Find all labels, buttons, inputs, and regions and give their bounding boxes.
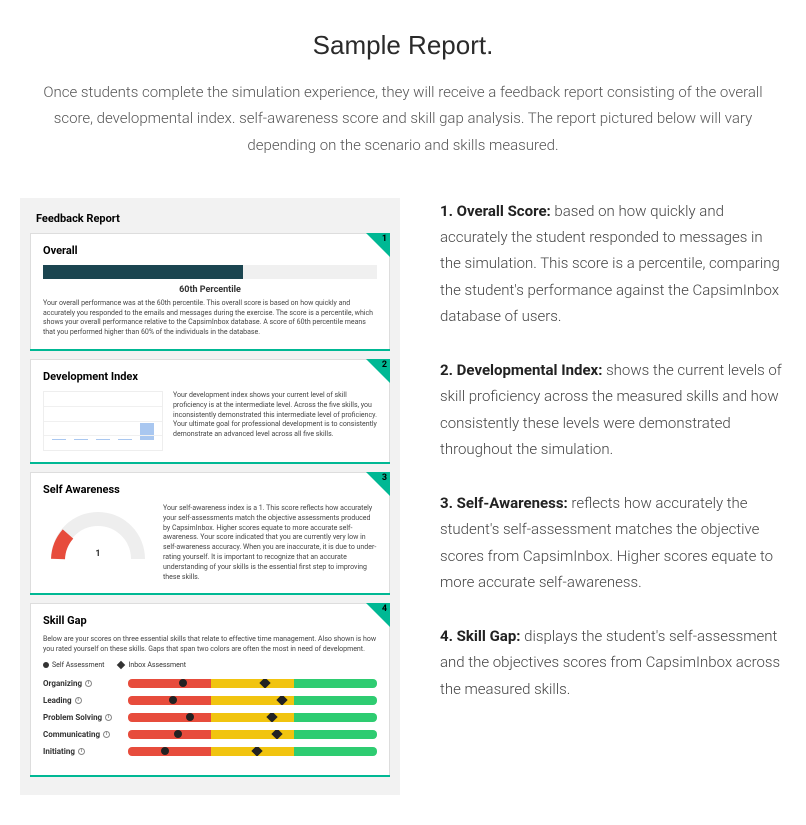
- card-number: 1: [382, 234, 387, 244]
- self-marker: [179, 679, 187, 687]
- report-header: Feedback Report: [30, 208, 390, 233]
- card-corner: 3: [366, 472, 390, 496]
- dev-bar: [52, 439, 66, 440]
- overall-desc: Your overall performance was at the 60th…: [43, 299, 377, 338]
- card-corner: 2: [366, 359, 390, 383]
- explanation-item: 3. Self-Awareness: reflects how accurate…: [440, 490, 786, 595]
- explanation-item: 1. Overall Score: based on how quickly a…: [440, 198, 786, 329]
- sg-desc: Below are your scores on three essential…: [43, 635, 377, 655]
- info-icon: i: [105, 714, 112, 721]
- dev-index-chart: [43, 391, 163, 451]
- explanation-title: 2. Developmental Index:: [440, 361, 602, 379]
- info-icon: i: [85, 680, 92, 687]
- dev-bar: [96, 439, 110, 440]
- legend-inbox: Inbox Assessment: [128, 661, 186, 669]
- card-title: Skill Gap: [43, 614, 377, 627]
- skill-label: Organizing i: [43, 679, 128, 688]
- skill-track: [128, 730, 377, 739]
- self-marker: [161, 747, 169, 755]
- skill-gap-row: Problem Solving i: [43, 713, 377, 722]
- skill-label: Leading i: [43, 696, 128, 705]
- overall-percentile-label: 60th Percentile: [43, 285, 377, 295]
- card-number: 2: [382, 360, 387, 370]
- self-marker: [169, 696, 177, 704]
- explanation-title: 1. Overall Score:: [440, 202, 551, 220]
- report-preview: Feedback Report 1 Overall 60th Percentil…: [20, 198, 400, 795]
- skill-track: [128, 747, 377, 756]
- explanation-title: 3. Self-Awareness:: [440, 494, 568, 512]
- info-icon: i: [103, 731, 110, 738]
- card-title: Development Index: [43, 370, 377, 383]
- card-skill-gap: 4 Skill Gap Below are your scores on thr…: [30, 603, 390, 777]
- skill-track: [128, 713, 377, 722]
- explanation-item: 4. Skill Gap: displays the student's sel…: [440, 623, 786, 702]
- card-number: 3: [382, 473, 387, 483]
- card-overall: 1 Overall 60th Percentile Your overall p…: [30, 233, 390, 351]
- skill-track: [128, 679, 377, 688]
- explanation-title: 4. Skill Gap:: [440, 627, 521, 645]
- dev-desc: Your development index shows your curren…: [173, 391, 377, 451]
- card-accent: [30, 775, 390, 777]
- sa-desc: Your self-awareness index is a 1. This s…: [163, 504, 377, 582]
- self-marker: [186, 713, 194, 721]
- skill-label: Initiating i: [43, 747, 128, 756]
- diamond-icon: [117, 661, 125, 669]
- card-accent: [30, 349, 390, 351]
- card-dev-index: 2 Development Index Your development ind…: [30, 359, 390, 464]
- page-title: Sample Report.: [20, 30, 786, 61]
- skill-gap-row: Organizing i: [43, 679, 377, 688]
- legend-self: Self Assessment: [52, 661, 104, 669]
- self-marker: [174, 730, 182, 738]
- card-corner: 4: [366, 603, 390, 627]
- card-accent: [30, 462, 390, 464]
- dev-bar: [118, 439, 132, 440]
- gauge-value: 1: [95, 549, 100, 559]
- info-icon: i: [75, 697, 82, 704]
- skill-gap-row: Communicating i: [43, 730, 377, 739]
- content-columns: Feedback Report 1 Overall 60th Percentil…: [20, 198, 786, 795]
- dot-icon: [43, 662, 49, 668]
- card-corner: 1: [366, 233, 390, 257]
- overall-bar-track: [43, 265, 377, 279]
- explanations: 1. Overall Score: based on how quickly a…: [440, 198, 786, 730]
- skill-label: Problem Solving i: [43, 713, 128, 722]
- self-awareness-gauge: 1: [43, 504, 153, 574]
- skill-gap-row: Initiating i: [43, 747, 377, 756]
- card-title: Overall: [43, 244, 377, 257]
- card-title: Self Awareness: [43, 483, 377, 496]
- skill-track: [128, 696, 377, 705]
- page-intro: Once students complete the simulation ex…: [43, 79, 763, 158]
- explanation-item: 2. Developmental Index: shows the curren…: [440, 357, 786, 462]
- card-self-awareness: 3 Self Awareness 1 Your self-awareness i…: [30, 472, 390, 595]
- skill-label: Communicating i: [43, 730, 128, 739]
- card-number: 4: [382, 604, 387, 614]
- info-icon: i: [78, 748, 85, 755]
- sg-legend: Self Assessment Inbox Assessment: [43, 661, 377, 669]
- skill-gap-row: Leading i: [43, 696, 377, 705]
- dev-bar: [74, 439, 88, 440]
- overall-bar-fill: [43, 265, 243, 279]
- card-accent: [30, 593, 390, 595]
- dev-bar: [140, 423, 154, 440]
